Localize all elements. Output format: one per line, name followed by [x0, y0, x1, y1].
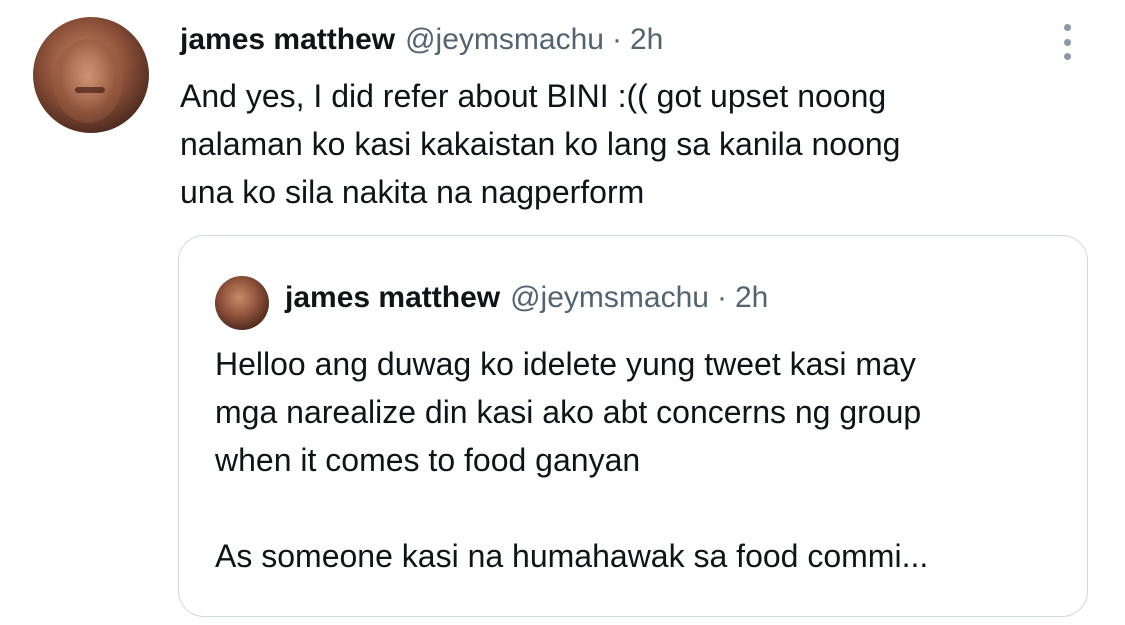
tweet[interactable]: james matthew @jeymsmachu · 2h And yes, …: [0, 0, 1125, 625]
quoted-tweet-header: james matthew @jeymsmachu · 2h: [285, 278, 768, 318]
more-dot: [1063, 24, 1071, 31]
quoted-tweet-text: Helloo ang duwag ko idelete yung tweet k…: [215, 346, 929, 574]
quoted-separator-dot: ·: [716, 281, 727, 314]
quoted-avatar: [215, 276, 269, 330]
tweet-text: And yes, I did refer about BINI :(( got …: [180, 78, 901, 210]
author-handle[interactable]: @jeymsmachu: [405, 23, 604, 57]
more-vertical-icon[interactable]: [1058, 24, 1076, 60]
more-dot: [1063, 53, 1071, 60]
quoted-author-name: james matthew: [285, 281, 501, 314]
author-name[interactable]: james matthew: [180, 23, 395, 57]
quoted-tweet[interactable]: james matthew @jeymsmachu · 2h Helloo an…: [178, 235, 1088, 617]
tweet-timestamp[interactable]: 2h: [630, 23, 663, 57]
avatar[interactable]: [33, 17, 149, 133]
tweet-header: james matthew @jeymsmachu · 2h: [180, 20, 663, 60]
quoted-author-handle: @jeymsmachu: [510, 281, 709, 314]
more-dot: [1063, 38, 1071, 46]
avatar-mouth: [75, 87, 105, 93]
quoted-tweet-timestamp: 2h: [734, 281, 769, 314]
separator-dot: ·: [611, 23, 622, 56]
avatar-face: [53, 39, 123, 123]
